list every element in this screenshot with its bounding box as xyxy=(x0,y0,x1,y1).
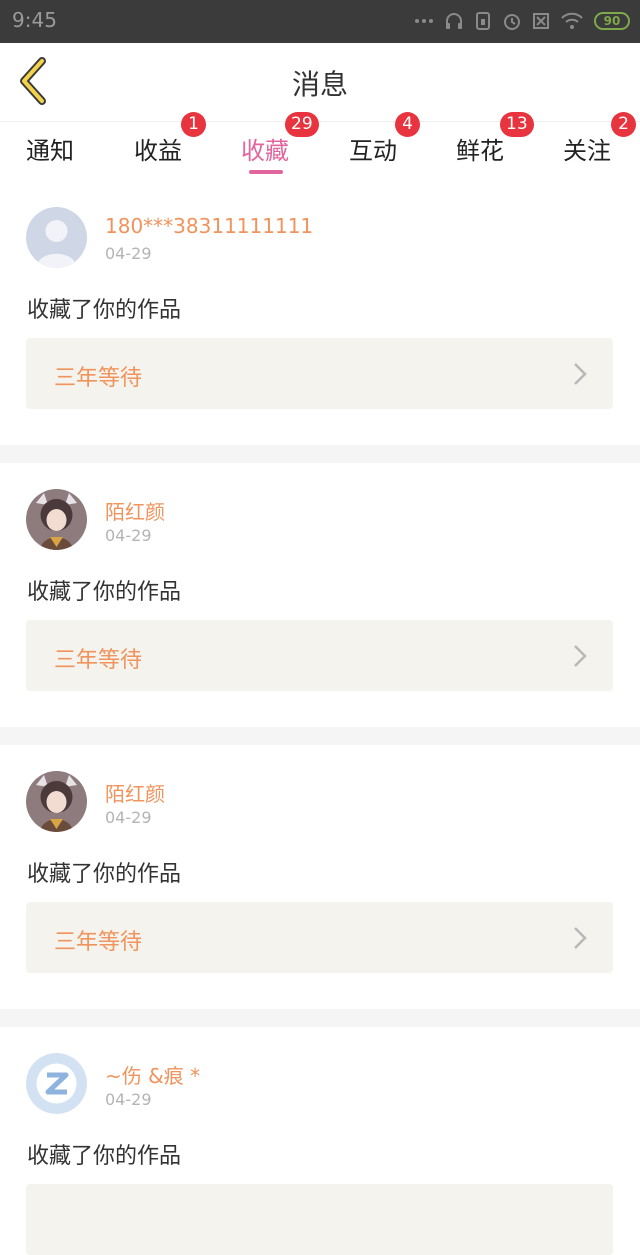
page-title: 消息 xyxy=(291,68,348,101)
username[interactable]: 陌红颜 xyxy=(105,496,165,525)
alarm-icon xyxy=(504,14,520,30)
tab-flowers[interactable]: 鲜花 xyxy=(456,131,504,166)
active-tab-indicator xyxy=(249,170,283,174)
work-link[interactable]: 三年等待 xyxy=(26,338,613,409)
tab-favorites[interactable]: 收藏 xyxy=(241,131,289,166)
anime-girl-avatar-icon xyxy=(26,771,87,832)
action-text: 收藏了你的作品 xyxy=(27,298,182,323)
date: 04-29 xyxy=(105,244,152,263)
username[interactable]: 180***38311111111 xyxy=(105,214,313,238)
work-title: 三年等待 xyxy=(54,930,143,955)
wifi-icon xyxy=(561,12,583,29)
qq-z-avatar-icon xyxy=(26,1053,87,1114)
work-title: 三年等待 xyxy=(54,648,143,673)
anime-girl-avatar-icon xyxy=(26,489,87,550)
date: 04-29 xyxy=(105,526,152,545)
chevron-right-icon xyxy=(574,645,587,667)
tab-earnings[interactable]: 收益 xyxy=(134,131,182,166)
avatar[interactable] xyxy=(26,771,87,832)
list-item: ~伤 &痕 * 04-29 收藏了你的作品 xyxy=(0,1027,640,1255)
work-link[interactable]: 三年等待 xyxy=(26,902,613,973)
chevron-right-icon xyxy=(574,927,587,949)
chevron-right-icon xyxy=(574,363,587,385)
work-title: 三年等待 xyxy=(54,366,143,391)
avatar[interactable] xyxy=(26,489,87,550)
status-icons: 90 xyxy=(414,10,630,32)
divider xyxy=(0,445,640,463)
avatar[interactable] xyxy=(26,1053,87,1114)
tab-interaction[interactable]: 互动 xyxy=(349,131,397,166)
divider xyxy=(0,727,640,745)
work-link[interactable]: 三年等待 xyxy=(26,620,613,691)
battery-indicator: 90 xyxy=(594,12,630,30)
message-feed: 180***38311111111 04-29 收藏了你的作品 三年等待 陌红颜… xyxy=(0,181,640,1255)
tab-bar: 通知 收益 收藏 互动 鲜花 关注 xyxy=(0,121,640,181)
divider xyxy=(0,1009,640,1027)
action-text: 收藏了你的作品 xyxy=(27,580,182,605)
avatar[interactable] xyxy=(26,207,87,268)
list-item: 180***38311111111 04-29 收藏了你的作品 三年等待 xyxy=(0,181,640,445)
date: 04-29 xyxy=(105,1090,152,1109)
default-user-avatar-icon xyxy=(26,207,87,268)
sim-icon xyxy=(476,12,490,30)
list-item: 陌红颜 04-29 收藏了你的作品 三年等待 xyxy=(0,745,640,1009)
headset-icon xyxy=(446,13,462,29)
earnings-badge: 1 xyxy=(181,112,206,137)
following-badge: 2 xyxy=(611,112,636,137)
flowers-badge: 13 xyxy=(500,112,534,137)
work-link[interactable] xyxy=(26,1184,613,1255)
tab-notice[interactable]: 通知 xyxy=(26,131,74,166)
username[interactable]: 陌红颜 xyxy=(105,778,165,807)
action-text: 收藏了你的作品 xyxy=(27,1144,182,1169)
header: 消息 xyxy=(0,43,640,122)
interaction-badge: 4 xyxy=(395,112,420,137)
more-dots-icon xyxy=(415,19,433,23)
favorites-badge: 29 xyxy=(285,112,319,137)
signal-x-icon xyxy=(533,13,549,29)
tab-following[interactable]: 关注 xyxy=(563,131,611,166)
list-item: 陌红颜 04-29 收藏了你的作品 三年等待 xyxy=(0,463,640,727)
status-bar: 9:45 90 xyxy=(0,0,640,43)
status-time: 9:45 xyxy=(12,8,57,32)
date: 04-29 xyxy=(105,808,152,827)
action-text: 收藏了你的作品 xyxy=(27,862,182,887)
username[interactable]: ~伤 &痕 * xyxy=(105,1060,200,1089)
